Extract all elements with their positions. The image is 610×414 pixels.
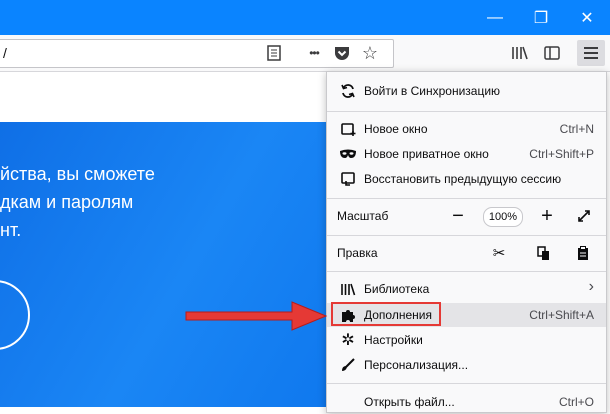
menu-separator [327,198,606,199]
menu-item-open-file[interactable]: Открыть файл... Ctrl+O [327,390,606,414]
menu-separator [327,235,606,236]
zoom-out-button[interactable]: − [446,204,470,228]
hamburger-menu-icon[interactable] [577,40,605,66]
private-mask-icon [339,145,357,163]
menu-item-library[interactable]: Библиотека › [327,277,606,301]
hero-text-line-3: нт. [0,220,22,240]
hero-text-line-1: йства, вы сможете [0,164,155,184]
menu-label: Библиотека [364,282,430,296]
sync-icon [339,82,357,100]
close-icon: ✕ [580,9,594,27]
menu-item-customize[interactable]: Персонализация... [327,353,606,377]
page-hero: йства, вы сможете дкам и паролям нт. [0,122,330,407]
menu-label: Настройки [364,333,423,347]
menu-item-new-window[interactable]: Новое окно Ctrl+N [327,117,606,141]
navigation-toolbar: / ••• ☆ [0,35,610,72]
chevron-right-icon: › [588,278,594,295]
url-bar[interactable]: / ••• ☆ [0,39,394,68]
menu-shortcut: Ctrl+Shift+P [529,147,594,161]
menu-separator [327,383,606,384]
menu-label: Восстановить предыдущую сессию [364,172,562,186]
fullscreen-button[interactable] [572,204,596,228]
page-header-area [0,72,330,123]
bookmark-star-icon[interactable]: ☆ [359,43,381,63]
restore-icon: ❐ [533,9,549,27]
menu-shortcut: Ctrl+Shift+A [529,308,594,322]
title-bar: — ❐ ✕ [0,0,610,35]
page-actions-button[interactable]: ••• [303,43,325,63]
minimize-icon: — [487,8,503,26]
minimize-button[interactable]: — [472,0,518,35]
close-button[interactable]: ✕ [564,0,610,35]
url-text: / [3,45,7,61]
gear-icon: ✲ [341,332,355,349]
library-icon [339,280,357,298]
menu-separator [327,271,606,272]
menu-separator [327,111,606,112]
app-menu-panel: Войти в Синхронизацию Новое окно Ctrl+N … [326,71,607,413]
plus-icon: + [541,204,553,227]
zoom-reset-button[interactable]: 100% [483,207,523,227]
menu-item-restore-session[interactable]: Восстановить предыдущую сессию [327,167,606,191]
menu-item-edit: Правка ✂ [327,241,606,265]
sidebar-icon[interactable] [540,42,564,64]
restore-button[interactable]: ❐ [518,0,564,35]
menu-shortcut: Ctrl+N [559,122,594,136]
menu-label: Правка [337,246,378,260]
menu-item-settings[interactable]: ✲ Настройки [327,328,606,352]
hero-text-line-2: дкам и паролям [0,192,134,212]
paste-icon[interactable] [573,243,593,263]
menu-item-sync[interactable]: Войти в Синхронизацию [327,79,606,103]
annotation-highlight-box [331,302,441,326]
paintbrush-icon [339,356,357,374]
menu-label: Персонализация... [364,358,469,372]
minus-icon: − [452,204,464,227]
menu-item-private-window[interactable]: Новое приватное окно Ctrl+Shift+P [327,142,606,166]
annotation-arrow-icon [185,301,328,331]
restore-session-icon [339,170,357,188]
copy-icon[interactable] [533,243,553,263]
zoom-in-button[interactable]: + [535,204,559,228]
menu-label: Масштаб [337,209,389,223]
reader-mode-icon[interactable] [263,43,285,63]
more-icon: ••• [309,46,320,60]
hero-circle-graphic [0,280,30,350]
cut-icon[interactable]: ✂ [489,243,509,263]
menu-label: Войти в Синхронизацию [364,84,501,98]
fullscreen-icon [578,210,590,222]
menu-item-zoom: Масштаб − 100% + [327,204,606,228]
zoom-value: 100% [488,211,518,223]
pocket-icon[interactable] [331,43,353,63]
menu-label: Новое окно [364,122,428,136]
library-icon[interactable] [508,42,532,64]
menu-label: Новое приватное окно [364,147,489,161]
new-window-icon [339,120,357,138]
